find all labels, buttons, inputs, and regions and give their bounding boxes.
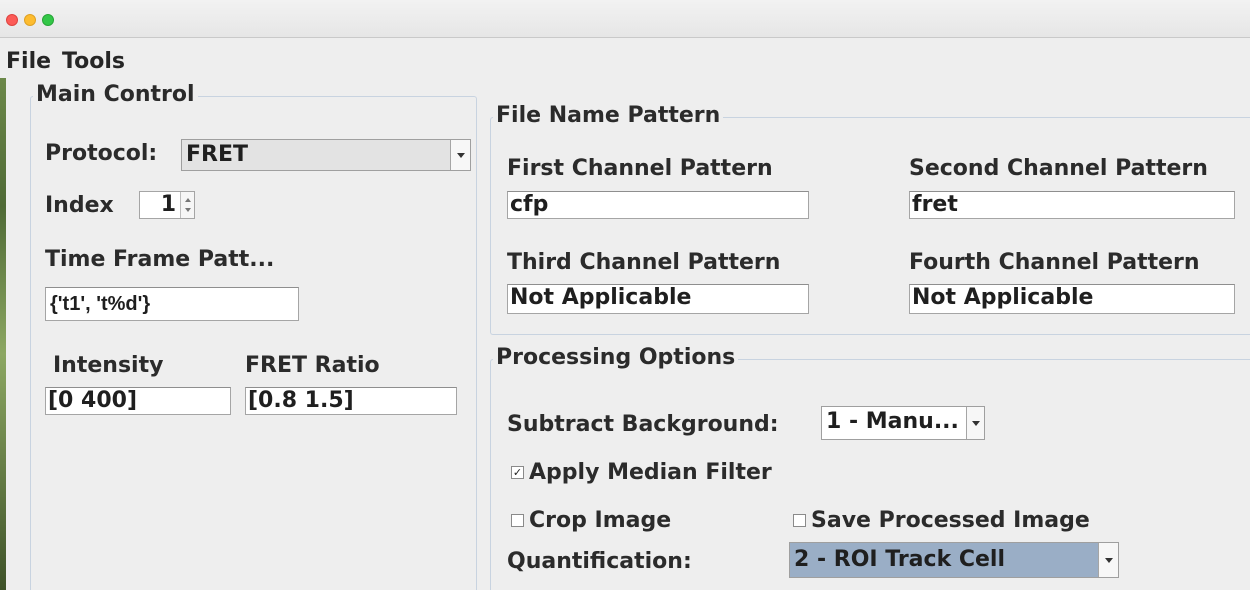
save-processed-image-checkbox[interactable]: Save Processed Image	[793, 508, 1090, 533]
intensity-label: Intensity	[53, 353, 164, 378]
save-processed-image-label: Save Processed Image	[811, 508, 1090, 533]
second-channel-label: Second Channel Pattern	[909, 156, 1208, 181]
crop-image-checkbox[interactable]: Crop Image	[511, 508, 671, 533]
quantification-label: Quantification:	[507, 549, 692, 574]
intensity-input[interactable]: [0 400]	[45, 387, 231, 415]
checkbox-empty-icon	[511, 514, 524, 527]
third-channel-input[interactable]: Not Applicable	[507, 284, 809, 314]
chevron-down-icon[interactable]	[1098, 543, 1118, 577]
fourth-channel-label: Fourth Channel Pattern	[909, 250, 1200, 275]
main-control-title: Main Control	[33, 82, 198, 107]
spinner-arrows-icon[interactable]	[180, 192, 194, 218]
protocol-label: Protocol:	[45, 141, 158, 166]
first-channel-label: First Channel Pattern	[507, 156, 773, 181]
index-label: Index	[45, 193, 114, 218]
title-bar	[0, 0, 1250, 38]
protocol-value: FRET	[186, 142, 249, 167]
fourth-channel-input[interactable]: Not Applicable	[909, 284, 1235, 314]
fret-ratio-label: FRET Ratio	[245, 353, 380, 378]
subtract-background-dropdown[interactable]: 1 - Manu...	[821, 406, 985, 440]
subtract-background-label: Subtract Background:	[507, 412, 779, 437]
second-channel-input[interactable]: fret	[909, 191, 1235, 219]
file-name-pattern-group: File Name Pattern First Channel Pattern …	[490, 103, 1250, 335]
chevron-down-icon[interactable]	[450, 140, 470, 170]
check-mark-icon: ✓	[511, 466, 524, 479]
main-control-group: Main Control Protocol: FRET Index 1 Time…	[30, 82, 477, 590]
fret-ratio-input[interactable]: [0.8 1.5]	[245, 387, 457, 415]
time-frame-input[interactable]: {'t1', 't%d'}	[45, 287, 299, 321]
menu-bar: File Tools	[0, 38, 1250, 78]
maximize-window-button[interactable]	[42, 14, 54, 26]
index-spinner[interactable]: 1	[139, 191, 195, 219]
index-value: 1	[160, 192, 176, 217]
processing-options-title: Processing Options	[493, 345, 739, 370]
quantification-dropdown[interactable]: 2 - ROI Track Cell	[789, 542, 1119, 578]
app-window: File Tools Main Control Protocol: FRET I…	[0, 0, 1250, 590]
quantification-value: 2 - ROI Track Cell	[794, 547, 1006, 572]
protocol-dropdown[interactable]: FRET	[181, 139, 471, 171]
crop-image-label: Crop Image	[529, 508, 672, 533]
chevron-down-icon[interactable]	[966, 407, 984, 439]
third-channel-label: Third Channel Pattern	[507, 250, 781, 275]
first-channel-input[interactable]: cfp	[507, 191, 809, 219]
checkbox-empty-icon	[793, 514, 806, 527]
minimize-window-button[interactable]	[24, 14, 36, 26]
time-frame-label: Time Frame Patt...	[45, 247, 275, 272]
file-name-pattern-title: File Name Pattern	[493, 103, 724, 128]
close-window-button[interactable]	[6, 14, 18, 26]
processing-options-group: Processing Options Subtract Background: …	[490, 345, 1250, 590]
menu-tools[interactable]: Tools	[62, 49, 125, 74]
subtract-background-value: 1 - Manu...	[826, 409, 959, 434]
median-filter-label: Apply Median Filter	[529, 460, 772, 485]
median-filter-checkbox[interactable]: ✓ Apply Median Filter	[511, 460, 772, 485]
menu-file[interactable]: File	[6, 49, 51, 74]
